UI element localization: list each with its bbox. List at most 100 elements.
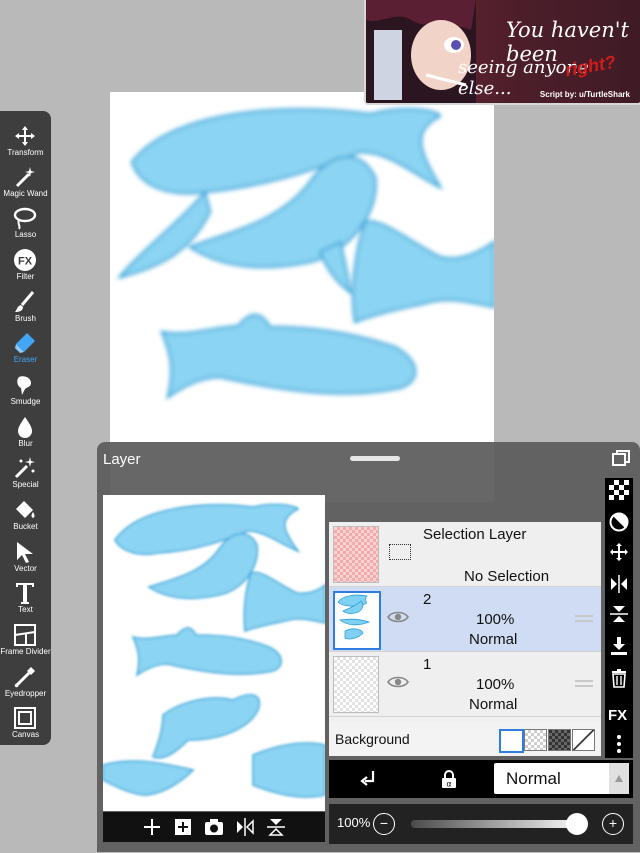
advertisement-banner[interactable]: You haven't been seeing anyone else... r…	[364, 0, 640, 105]
background-dark-swatch[interactable]	[548, 729, 571, 751]
fx-button[interactable]: FX	[608, 707, 627, 724]
invert-icon[interactable]	[609, 512, 629, 532]
layer-blend-mode: Normal	[469, 696, 518, 713]
flip-horizontal-icon	[236, 818, 254, 836]
background-none-swatch[interactable]	[572, 729, 595, 751]
trash-icon[interactable]	[609, 668, 629, 688]
window-restore-icon[interactable]	[612, 450, 630, 466]
tool-frame-divider[interactable]: Frame Divider	[0, 619, 51, 660]
tool-canvas[interactable]: Canvas	[0, 702, 51, 743]
opacity-decrease-button[interactable]: −	[373, 813, 395, 835]
text-t-icon	[16, 583, 34, 604]
eye-icon[interactable]	[387, 674, 409, 690]
blend-mode-row: α Normal	[329, 760, 633, 798]
background-row: Background	[329, 722, 601, 756]
layer-thumbnail-art	[337, 594, 371, 640]
layer-thumbnail	[333, 591, 381, 650]
tool-label: Brush	[15, 314, 36, 323]
layer-preview	[103, 495, 325, 811]
blend-mode-value: Normal	[506, 769, 561, 788]
clipping-arrow-icon[interactable]	[359, 769, 379, 789]
tool-transform[interactable]: Transform	[0, 120, 51, 161]
checker-icon[interactable]	[609, 480, 629, 500]
drawing-canvas[interactable]	[110, 92, 494, 502]
svg-text:FX: FX	[18, 256, 33, 268]
background-label: Background	[335, 731, 410, 747]
opacity-slider-handle[interactable]	[566, 813, 588, 835]
tool-label: Frame Divider	[0, 647, 51, 656]
camera-icon	[204, 819, 223, 835]
panel-drag-handle[interactable]	[350, 456, 400, 461]
plus-icon	[143, 819, 160, 835]
tool-smudge[interactable]: Smudge	[0, 369, 51, 410]
tool-brush[interactable]: Brush	[0, 286, 51, 327]
layer-name: 1	[423, 656, 432, 673]
drag-grip-icon[interactable]	[575, 615, 593, 625]
tool-label: Blur	[18, 439, 33, 448]
tool-label: Magic Wand	[3, 189, 48, 198]
tool-special[interactable]: Special	[0, 452, 51, 493]
duplicate-layer-button[interactable]	[168, 812, 199, 842]
tool-magic-wand[interactable]: Magic Wand	[0, 161, 51, 202]
eyedropper-icon	[14, 667, 35, 688]
opacity-increase-button[interactable]: +	[602, 813, 624, 835]
tool-label: Smudge	[10, 397, 41, 406]
opacity-row: 100% − +	[329, 804, 633, 844]
shark-artwork	[116, 107, 494, 400]
tool-label: Bucket	[13, 522, 38, 531]
lasso-icon	[13, 207, 37, 230]
layer-row[interactable]: 1 100% Normal	[329, 652, 601, 717]
add-layer-button[interactable]	[137, 812, 168, 842]
camera-button[interactable]	[199, 812, 230, 842]
selection-layer-thumbnail	[333, 526, 379, 583]
merge-down-icon[interactable]	[609, 636, 629, 656]
tool-label: Transform	[7, 148, 44, 157]
tool-label: Special	[12, 480, 39, 489]
flip-vertical-button[interactable]	[261, 812, 292, 842]
background-transparent-swatch[interactable]	[524, 729, 547, 751]
tool-bucket[interactable]: Bucket	[0, 494, 51, 535]
move-arrows-icon	[15, 126, 35, 146]
tool-label: Eyedropper	[4, 689, 47, 698]
tool-sidebar: Transform Magic Wand Lasso FX Filter Bru…	[0, 111, 51, 745]
blur-drop-icon	[18, 417, 32, 438]
layer-panel: Layer Selection Layer No Selection 2 100…	[97, 442, 640, 852]
preview-artwork	[103, 503, 325, 798]
tool-lasso[interactable]: Lasso	[0, 202, 51, 243]
background-white-swatch[interactable]	[499, 729, 524, 753]
tool-label: Text	[18, 605, 33, 614]
tool-eyedropper[interactable]: Eyedropper	[0, 661, 51, 702]
ad-credit: Script by: u/TurtleShark	[539, 90, 630, 99]
flip-horizontal-icon[interactable]	[609, 574, 629, 594]
selection-marquee-icon	[389, 544, 411, 560]
eye-icon[interactable]	[387, 609, 409, 625]
canvas-icon	[14, 707, 36, 729]
opacity-value: 100%	[337, 815, 371, 830]
alpha-lock-icon[interactable]: α	[439, 769, 459, 789]
move-layer-icon[interactable]	[609, 542, 629, 562]
selection-layer-row[interactable]: Selection Layer No Selection	[329, 522, 601, 587]
tool-eraser[interactable]: Eraser	[0, 327, 51, 368]
layer-opacity: 100%	[476, 676, 515, 693]
blend-mode-select[interactable]: Normal	[494, 763, 629, 794]
layer-blend-mode: Normal	[469, 631, 518, 648]
svg-text:α: α	[446, 780, 451, 789]
flip-horizontal-button[interactable]	[230, 812, 261, 842]
layer-row[interactable]: 2 100% Normal	[329, 587, 601, 652]
tool-text[interactable]: Text	[0, 577, 51, 618]
tool-label: Lasso	[14, 230, 37, 239]
flip-vertical-icon[interactable]	[609, 604, 629, 624]
tool-filter[interactable]: FX Filter	[0, 244, 51, 285]
layer-list: Selection Layer No Selection 2 100% Norm…	[329, 522, 601, 756]
tool-vector[interactable]: Vector	[0, 536, 51, 577]
more-vertical-icon[interactable]	[609, 734, 629, 754]
layer-name: 2	[423, 591, 432, 608]
dropdown-arrow-icon	[609, 763, 629, 794]
fx-filter-icon: FX	[14, 249, 36, 271]
selection-layer-name: Selection Layer	[423, 526, 527, 543]
drag-grip-icon[interactable]	[575, 680, 593, 690]
tool-label: Vector	[14, 564, 37, 573]
opacity-slider[interactable]	[411, 820, 577, 828]
tool-label: Filter	[16, 272, 35, 281]
tool-blur[interactable]: Blur	[0, 411, 51, 452]
